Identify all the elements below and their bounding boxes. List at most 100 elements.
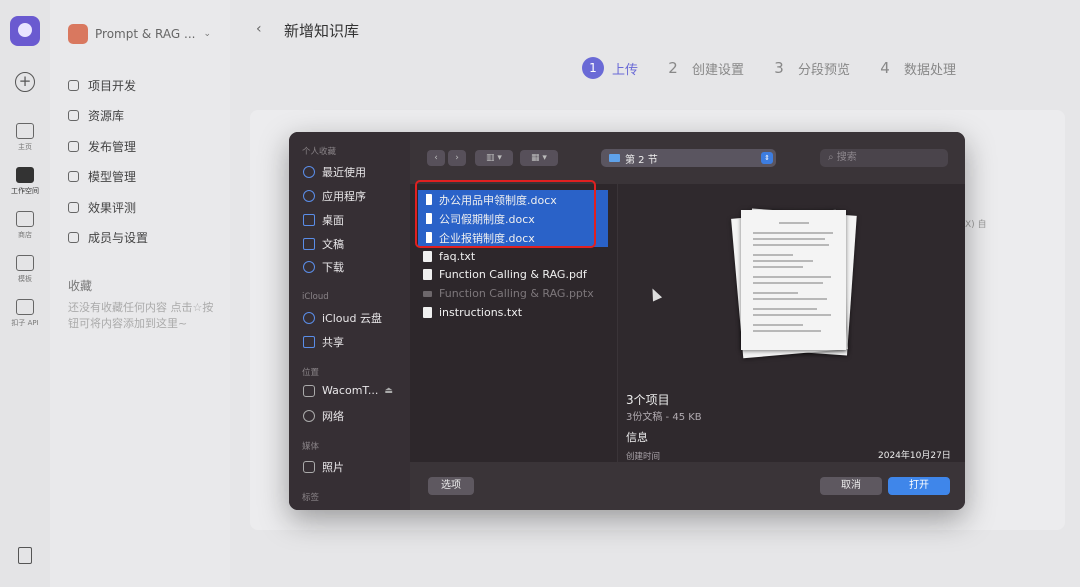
cancel-button[interactable]: 取消: [820, 477, 882, 495]
disk-icon: [303, 384, 315, 397]
document-icon: [303, 238, 315, 250]
project-icon: [68, 80, 79, 91]
rail-item-home[interactable]: 主页: [0, 123, 50, 152]
sidebar-item-photos[interactable]: 照片: [303, 459, 344, 475]
file-item[interactable]: Function Calling & RAG.pdf: [418, 265, 608, 284]
sidebar-item-label: 最近使用: [322, 166, 366, 179]
search-placeholder: 搜索: [836, 152, 857, 163]
documents-thumbnail: [731, 202, 857, 362]
rail-item-template[interactable]: 模板: [0, 255, 50, 284]
background-hint-text: X) 自: [965, 220, 987, 230]
sidebar-item-documents[interactable]: 文稿: [303, 236, 344, 252]
info-heading: 信息: [626, 431, 648, 444]
nav-item-label: 效果评测: [88, 201, 137, 215]
selection-summary: 3份文稿 - 45 KB: [626, 412, 702, 423]
sidebar-item-label: WacomT...: [322, 384, 379, 397]
nav-item-models[interactable]: 模型管理: [68, 168, 136, 185]
step-label: 分段预览: [798, 62, 851, 78]
file-open-dialog: 个人收藏 最近使用 应用程序 桌面 文稿 下载 iCloud iCloud 云盘: [289, 132, 965, 510]
nav-item-label: 资源库: [88, 109, 125, 123]
back-button[interactable]: ‹: [256, 21, 262, 37]
section-tags-title: 标签: [302, 493, 320, 503]
sidebar-item-applications[interactable]: 应用程序: [303, 188, 366, 204]
sidebar-item-label: 照片: [322, 461, 344, 474]
create-plus-icon[interactable]: +: [15, 72, 35, 92]
sidebar-item-label: 下载: [322, 261, 344, 274]
preview-pane: 3个项目 3份文稿 - 45 KB 信息 创建时间 2024年10月27日: [618, 184, 965, 462]
nav-item-evaluation[interactable]: 效果评测: [68, 199, 136, 216]
step-number: 1: [582, 57, 604, 79]
step-number: 3: [774, 59, 784, 77]
nav-item-library[interactable]: 资源库: [68, 107, 124, 124]
step-preview: 3 分段预览: [768, 57, 850, 79]
rail-label: 工作空间: [11, 187, 39, 195]
desktop-icon: [303, 214, 315, 226]
file-name: faq.txt: [439, 250, 476, 263]
step-number: 2: [668, 59, 678, 77]
publish-icon: [68, 141, 79, 152]
created-label: 创建时间: [626, 452, 661, 462]
file-name: Function Calling & RAG.pdf: [439, 268, 587, 281]
file-item-disabled: Function Calling & RAG.pptx: [418, 284, 608, 303]
file-item[interactable]: faq.txt: [418, 247, 608, 266]
sidebar-item-shared[interactable]: 共享: [303, 334, 344, 350]
home-icon: [16, 123, 34, 139]
docs-icon[interactable]: [18, 547, 32, 564]
rail-item-store[interactable]: 商店: [0, 211, 50, 240]
location-dropdown[interactable]: 第 2 节 ⇕: [601, 149, 776, 167]
sidebar-item-label: 网络: [322, 410, 344, 423]
favorites-title: 收藏: [68, 279, 93, 293]
sidebar-item-wacom[interactable]: WacomT... ⏏: [303, 384, 393, 397]
search-input[interactable]: ⌕ 搜索: [820, 149, 948, 167]
grid-view-button[interactable]: ▦ ▾: [520, 150, 558, 166]
folder-icon: [609, 154, 620, 162]
section-locations-title: 位置: [302, 368, 320, 378]
step-indicator: 1 上传 2 创建设置 3 分段预览 4 数据处理: [582, 57, 980, 79]
mouse-cursor-icon: [647, 286, 663, 302]
nav-item-label: 项目开发: [88, 79, 137, 93]
workspace-avatar: [68, 24, 88, 44]
api-icon: [16, 299, 34, 315]
rail-item-api[interactable]: 扣子 API: [0, 299, 50, 328]
location-label: 第 2 节: [625, 154, 658, 166]
app-logo-icon[interactable]: [10, 16, 40, 46]
dialog-footer: 选项 取消 打开: [410, 462, 965, 510]
sidebar-item-downloads[interactable]: 下载: [303, 259, 344, 275]
nav-item-label: 模型管理: [88, 170, 137, 184]
cloud-icon: [303, 312, 315, 324]
store-icon: [16, 211, 34, 227]
search-icon: ⌕: [828, 152, 834, 163]
back-nav-button[interactable]: ‹: [427, 150, 445, 166]
open-button[interactable]: 打开: [888, 477, 950, 495]
txt-file-icon: [423, 251, 432, 262]
file-name: Function Calling & RAG.pptx: [439, 287, 594, 300]
sidebar-item-network[interactable]: 网络: [303, 408, 344, 424]
file-name: instructions.txt: [439, 306, 523, 319]
nav-item-members[interactable]: 成员与设置: [68, 229, 148, 246]
rail-label: 商店: [18, 231, 32, 239]
forward-nav-button[interactable]: ›: [448, 150, 466, 166]
dialog-sidebar: 个人收藏 最近使用 应用程序 桌面 文稿 下载 iCloud iCloud 云盘: [289, 132, 410, 510]
eject-icon[interactable]: ⏏: [384, 386, 393, 396]
sidebar-item-desktop[interactable]: 桌面: [303, 212, 344, 228]
rail-item-workspace[interactable]: 工作空间: [0, 167, 50, 196]
sidebar-item-label: 文稿: [322, 238, 344, 251]
workspace-name: Prompt & RAG ...: [95, 27, 196, 41]
download-icon: [303, 261, 315, 273]
nav-item-projects[interactable]: 项目开发: [68, 77, 136, 94]
file-item[interactable]: instructions.txt: [418, 303, 608, 322]
step-settings: 2 创建设置: [662, 57, 744, 79]
column-view-button[interactable]: ▥ ▾: [475, 150, 513, 166]
nav-item-label: 发布管理: [88, 140, 137, 154]
sidebar-item-icloud-drive[interactable]: iCloud 云盘: [303, 310, 382, 326]
network-icon: [303, 410, 315, 422]
section-media-title: 媒体: [302, 442, 320, 452]
step-processing: 4 数据处理: [874, 57, 956, 79]
options-button[interactable]: 选项: [428, 477, 474, 495]
nav-item-publish[interactable]: 发布管理: [68, 138, 136, 155]
favorites-empty-text: 还没有收藏任何内容 点击☆按钮可将内容添加到这里~: [68, 301, 214, 330]
workspace-switcher[interactable]: Prompt & RAG ... ⌄: [68, 24, 211, 44]
rail-label: 模板: [18, 275, 32, 283]
nav-item-label: 成员与设置: [88, 231, 149, 245]
sidebar-item-recents[interactable]: 最近使用: [303, 164, 366, 180]
